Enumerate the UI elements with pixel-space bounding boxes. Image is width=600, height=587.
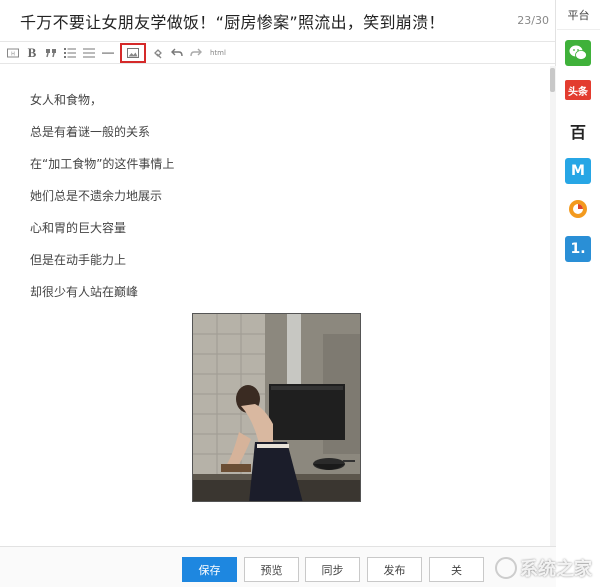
redo-icon[interactable] (189, 46, 203, 60)
text-line: 心和胃的巨大容量 (30, 221, 127, 235)
toutiao-icon[interactable]: 头条 (565, 80, 591, 100)
undo-icon[interactable] (170, 46, 184, 60)
title-char-count: 23/30 (517, 14, 549, 27)
editor-panel: 千万不要让女朋友学做饭！“厨房惨案”照流出，笑到崩溃！ 23/30 H B ht… (0, 0, 556, 587)
text-line: 女人和食物， (30, 93, 103, 107)
quote-icon[interactable] (44, 46, 58, 60)
article-image[interactable] (192, 313, 361, 502)
text-line: 在“加工食物”的这件事情上 (30, 157, 175, 171)
vertical-scrollbar[interactable] (550, 66, 556, 546)
platform-title: 平台 (557, 0, 600, 30)
toutiao-label: 头条 (568, 86, 588, 98)
svg-text:H: H (11, 51, 15, 57)
site-watermark: 系统之家 (495, 555, 592, 581)
image-icon[interactable] (120, 42, 146, 63)
article-body[interactable]: 女人和食物， 总是有着谜一般的关系 在“加工食物”的这件事情上 她们总是不遗余力… (0, 66, 556, 546)
html-source-button[interactable]: html (210, 46, 226, 60)
sync-button[interactable]: 同步 (305, 557, 360, 582)
close-button[interactable]: 关 (429, 557, 484, 582)
text-line: 却很少有人站在巅峰 (30, 285, 139, 299)
publish-button[interactable]: 发布 (367, 557, 422, 582)
dayu-icon[interactable] (565, 196, 591, 222)
preview-button[interactable]: 预览 (244, 557, 299, 582)
kitchen-photo (193, 314, 360, 501)
text-line: 总是有着谜一般的关系 (30, 125, 151, 139)
text-line: 但是在动手能力上 (30, 253, 127, 267)
bold-icon[interactable]: B (25, 45, 39, 60)
baijia-label: 百 (569, 123, 586, 142)
action-bar: 保存 预览 同步 发布 关 (0, 546, 556, 587)
horizontal-rule-icon[interactable] (101, 46, 115, 60)
unordered-list-icon[interactable] (82, 46, 96, 60)
title-input[interactable]: 千万不要让女朋友学做饭！“厨房惨案”照流出，笑到崩溃！ (20, 9, 445, 33)
format-toolbar: H B html (0, 42, 555, 64)
yidian-icon[interactable]: 1. (565, 236, 591, 262)
link-icon[interactable] (151, 46, 165, 60)
uc-icon[interactable]: M (565, 158, 591, 184)
save-button[interactable]: 保存 (182, 557, 237, 582)
yidian-label: 1. (570, 241, 586, 257)
watermark-logo-icon (495, 557, 517, 579)
uc-label: M (571, 163, 585, 179)
watermark-text: 系统之家 (520, 559, 592, 580)
heading-icon[interactable]: H (6, 46, 20, 60)
title-bar: 千万不要让女朋友学做饭！“厨房惨案”照流出，笑到崩溃！ 23/30 (0, 0, 555, 42)
scrollbar-thumb[interactable] (550, 68, 555, 92)
article-text: 女人和食物， 总是有着谜一般的关系 在“加工食物”的这件事情上 她们总是不遗余力… (30, 92, 174, 316)
baijia-icon[interactable]: 百 (565, 118, 591, 144)
platform-panel: 平台 头条 百 M 1. (557, 0, 600, 587)
ordered-list-icon[interactable] (63, 46, 77, 60)
text-line: 她们总是不遗余力地展示 (30, 189, 163, 203)
wechat-icon[interactable] (565, 40, 591, 66)
